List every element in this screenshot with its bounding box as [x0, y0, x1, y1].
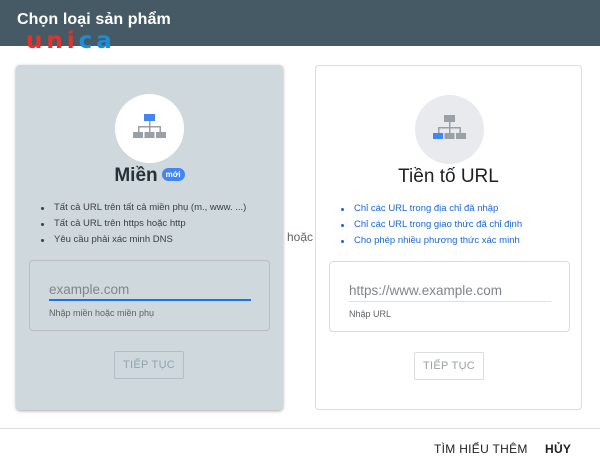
list-item: Chỉ các URL trong giao thức đã chỉ định — [341, 217, 579, 233]
new-badge: mới — [161, 168, 185, 181]
domain-input[interactable] — [49, 279, 251, 301]
footer-divider — [0, 428, 600, 429]
list-item: Tất cả URL trên tất cả miền phụ (m., www… — [41, 200, 279, 216]
list-item: Cho phép nhiều phương thức xác minh — [341, 233, 579, 249]
domain-card-title: Miền mới — [16, 165, 283, 187]
list-item: Tất cả URL trên https hoặc http — [41, 216, 279, 232]
list-item: Yêu cầu phải xác minh DNS — [41, 232, 279, 248]
url-prefix-icon-circle — [415, 95, 484, 164]
or-separator: hoặc — [287, 230, 314, 244]
domain-icon-circle — [115, 94, 184, 163]
list-item: Chỉ các URL trong địa chỉ đã nhập — [341, 201, 579, 217]
url-prefix-input-box: Nhập URL — [329, 261, 570, 332]
cancel-button[interactable]: HỦY — [545, 442, 571, 456]
url-prefix-input[interactable] — [349, 280, 551, 302]
url-prefix-input-hint: Nhập URL — [349, 309, 392, 319]
domain-input-box: Nhập miền hoặc miền phụ — [29, 260, 270, 331]
url-prefix-card-title: Tiền tố URL — [398, 166, 499, 187]
url-prefix-features-list: Chỉ các URL trong địa chỉ đã nhập Chỉ cá… — [341, 201, 579, 249]
url-prefix-continue-button[interactable]: TIẾP TỤC — [414, 352, 484, 380]
dialog-title: Chọn loại sản phẩm — [17, 11, 171, 28]
sitemap-icon — [133, 114, 166, 138]
url-prefix-property-card[interactable]: Tiền tố URL Chỉ các URL trong địa chỉ đã… — [315, 65, 582, 410]
sitemap-icon — [433, 115, 466, 139]
learn-more-button[interactable]: TÌM HIỂU THÊM — [434, 442, 528, 456]
domain-property-card[interactable]: Miền mới Tất cả URL trên tất cả miền phụ … — [16, 65, 283, 410]
unica-logo: unica — [26, 28, 116, 54]
domain-features-list: Tất cả URL trên tất cả miền phụ (m., www… — [41, 200, 279, 248]
domain-input-hint: Nhập miền hoặc miền phụ — [49, 308, 155, 318]
domain-continue-button[interactable]: TIẾP TỤC — [114, 351, 184, 379]
